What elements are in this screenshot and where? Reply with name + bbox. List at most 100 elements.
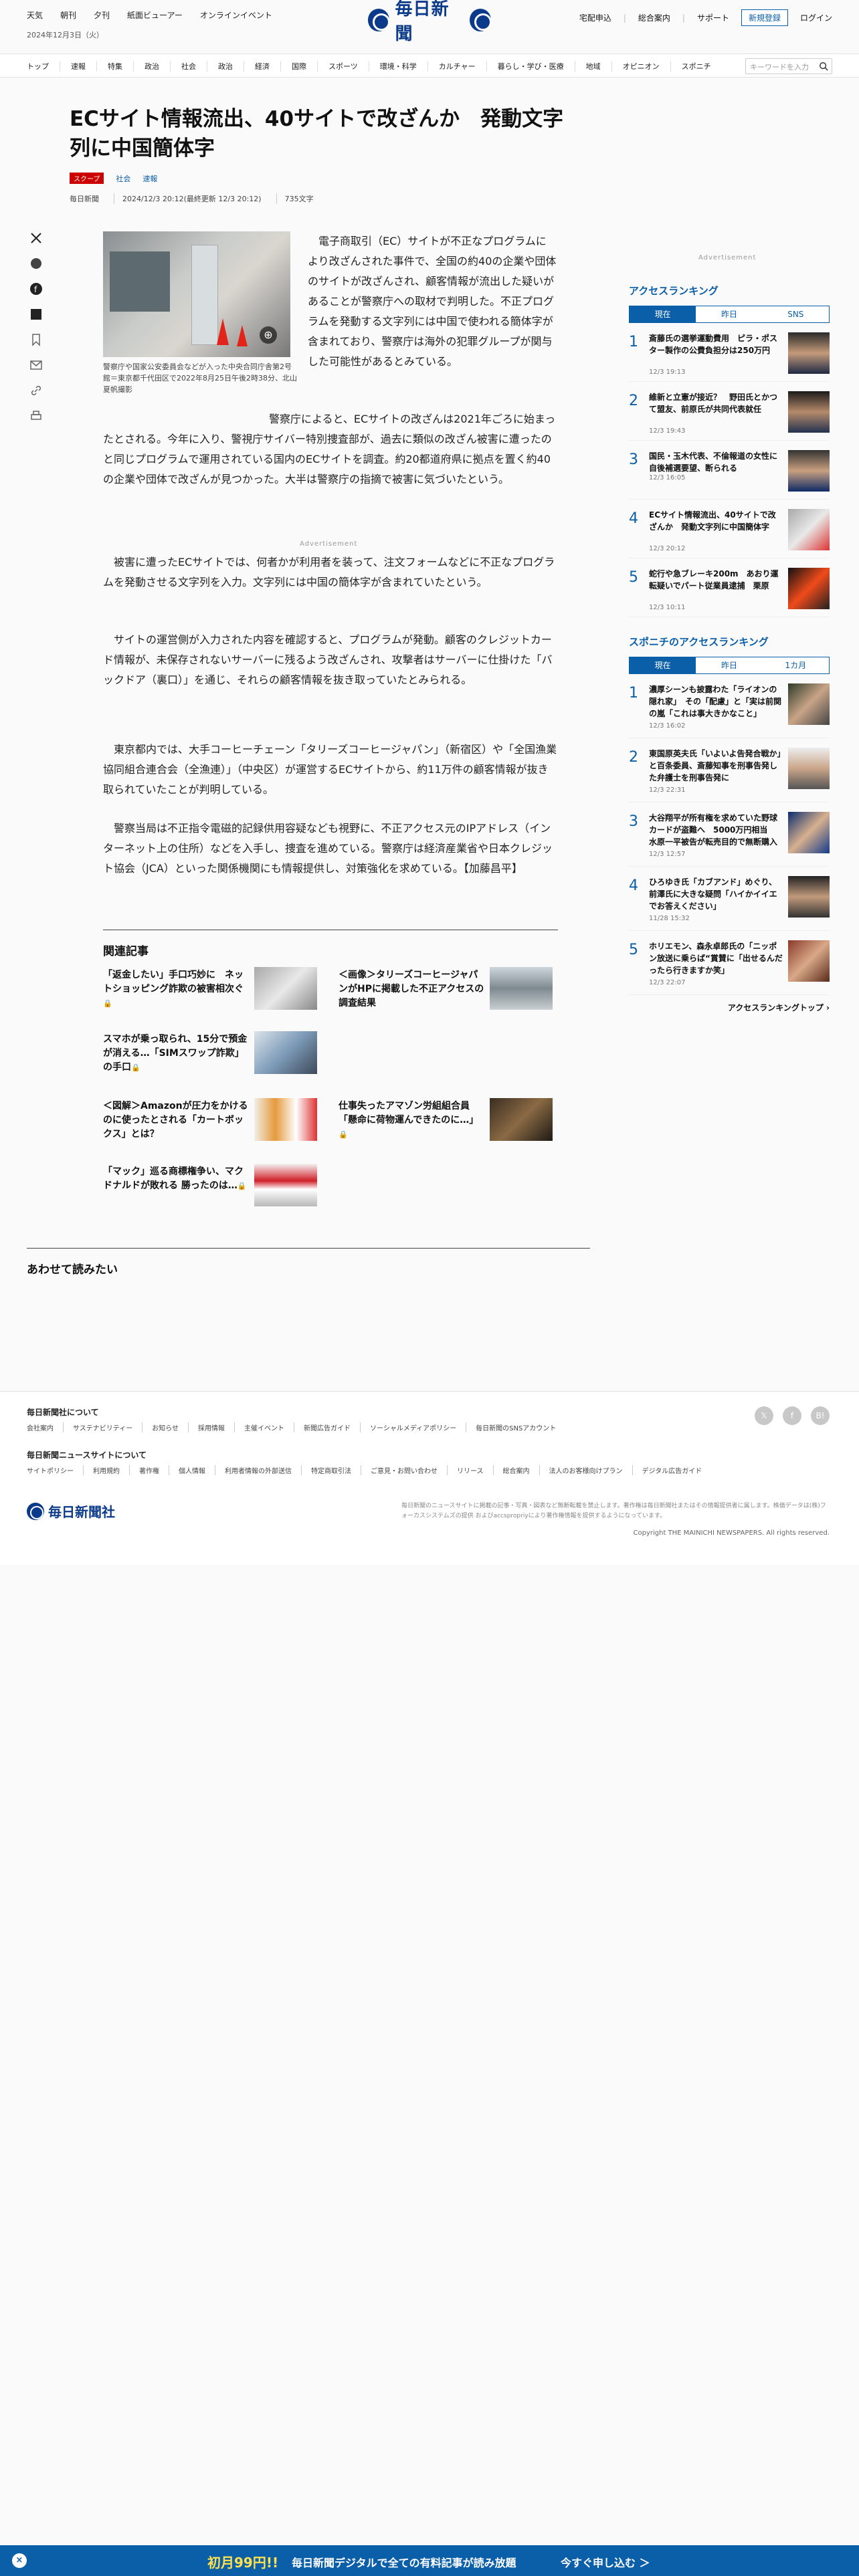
nav-item-politics2[interactable]: 政治 xyxy=(207,61,244,72)
top-link-morning[interactable]: 朝刊 xyxy=(60,9,76,21)
footer-logo[interactable]: 毎日新聞社 xyxy=(27,1501,115,1521)
tab-sns[interactable]: SNS xyxy=(762,306,829,322)
register-button[interactable]: 新規登録 xyxy=(741,9,788,26)
footer-link[interactable]: 主催イベント xyxy=(235,1422,295,1432)
footer-link[interactable]: ソーシャルメディアポリシー xyxy=(361,1422,467,1432)
save-icon[interactable] xyxy=(29,333,43,346)
rank-number: 4 xyxy=(629,510,638,527)
search-input[interactable]: キーワードを入力 xyxy=(745,58,832,74)
ranking-title: アクセスランキング xyxy=(629,285,719,297)
ranking-item[interactable]: 4 ひろゆき氏「カブアンド」めぐり、前澤氏に大きな疑問「ハイかイイエでお答えくだ… xyxy=(629,867,830,931)
ranking-item[interactable]: 1 斎藤氏の選挙運動費用 ピラ・ポスター製作の公費負担分は250万円 12/3 … xyxy=(629,323,830,382)
ranking-item[interactable]: 5 ホリエモン、森永卓郎氏の「ニッポン放送に乗らば“賞賛に「出せるんだったら行き… xyxy=(629,931,830,995)
nav-item-economy[interactable]: 経済 xyxy=(244,61,281,72)
ranking-item[interactable]: 5 蛇行や急ブレーキ200m あおり運転疑いでパート従業員逮捕 栗原 12/3 … xyxy=(629,558,830,617)
facebook-share-icon[interactable]: f xyxy=(29,282,43,296)
nav-item-top[interactable]: トップ xyxy=(27,61,60,72)
article-photo[interactable]: ⊕ xyxy=(103,231,290,357)
footer-link[interactable]: 著作権 xyxy=(130,1465,169,1475)
related-item[interactable]: 「マック」巡る商標権争い、マクドナルドが敗れる 勝ったのは…🔒 xyxy=(103,1164,317,1210)
nav-item-life[interactable]: 暮らし・学び・医療 xyxy=(487,61,575,72)
close-icon[interactable]: × xyxy=(12,2553,27,2568)
footer-link[interactable]: リリース xyxy=(448,1465,494,1475)
nav-item-sponichi[interactable]: スポニチ xyxy=(671,61,722,72)
footer-link[interactable]: 新聞広告ガイド xyxy=(294,1422,361,1432)
top-link-evening[interactable]: 夕刊 xyxy=(94,9,110,21)
top-link-events[interactable]: オンラインイベント xyxy=(200,9,272,21)
ranking-item[interactable]: 2 東国原英夫氏「いよいよ告発合戦か」と百条委員、斎藤知事を刑事告発した弁護士を… xyxy=(629,738,830,802)
x-share-icon[interactable] xyxy=(29,231,43,245)
nav-item-sports[interactable]: スポーツ xyxy=(318,61,369,72)
top-link-viewer[interactable]: 紙面ビューアー xyxy=(127,9,183,21)
login-button[interactable]: ログイン xyxy=(800,12,832,23)
footer-link[interactable]: 特定商取引法 xyxy=(302,1465,361,1475)
facebook-icon[interactable]: f xyxy=(783,1406,801,1425)
footer-link[interactable]: 毎日新聞のSNSアカウント xyxy=(466,1422,565,1432)
related-item[interactable]: 仕事失ったアマゾン労組組合員「懸命に荷物運んできたのに…」 🔒 xyxy=(339,1098,553,1145)
category-link[interactable]: 速報 xyxy=(142,173,157,184)
top-link-weather[interactable]: 天気 xyxy=(27,9,43,21)
rank-title: 大谷翔平が所有権を求めていた野球カードが盗難へ 5000万円相当 水原一平被告が… xyxy=(649,813,778,847)
rank-title: ひろゆき氏「カブアンド」めぐり、前澤氏に大きな疑問「ハイかイイエでお答えください… xyxy=(649,877,777,911)
page: 天気 朝刊 夕刊 紙面ビューアー オンラインイベント 2024年12月3日（火）… xyxy=(0,0,859,2576)
nav-item-region[interactable]: 地域 xyxy=(575,61,612,72)
nav-item-politics[interactable]: 政治 xyxy=(134,61,171,72)
related-item[interactable]: ＜画像＞タリーズコーヒージャパンがHPに掲載した不正アクセスの調査結果 xyxy=(339,967,553,1014)
footer-link[interactable]: 利用者情報の外部送信 xyxy=(215,1465,302,1475)
footer-link[interactable]: 総合案内 xyxy=(494,1465,540,1475)
support-link[interactable]: サポート xyxy=(697,12,729,23)
info-link[interactable]: 総合案内 xyxy=(638,12,670,23)
site-logo[interactable]: 毎日新聞 xyxy=(368,0,492,44)
footer-link[interactable]: お知らせ xyxy=(142,1422,189,1432)
article-paragraph: 警察当局は不正指令電磁的記録供用容疑なども視野に、不正アクセス元のIPアドレス（… xyxy=(103,822,553,875)
nav-item-international[interactable]: 国際 xyxy=(281,61,318,72)
ranking-item[interactable]: 3 国民・玉木代表、不倫報道の女性に自後補選要望、断られる 12/3 16:05 xyxy=(629,441,830,500)
ranking-top-link[interactable]: アクセスランキングトップ › xyxy=(629,1002,830,1013)
footer-link[interactable]: デジタル広告ガイド xyxy=(633,1465,712,1475)
banner-cta[interactable]: 今すぐ申し込む ＞ xyxy=(561,2554,650,2570)
nav-item-science[interactable]: 環境・科学 xyxy=(369,61,428,72)
bookmark-share-icon[interactable] xyxy=(29,308,43,321)
footer-link[interactable]: 会社案内 xyxy=(27,1422,64,1432)
related-item[interactable]: ＜図解＞Amazonが圧力をかけるのに使ったとされる「カートボックス」とは？ xyxy=(103,1098,317,1145)
ranking-item[interactable]: 1 濃厚シーンも披露わた「ライオンの隠れ家」 その「配慮」と「実は前関の嵐「これ… xyxy=(629,674,830,738)
related-item[interactable]: 「返金したい」手口巧妙に ネットショッピング詐欺の被害相次ぐ 🔒 xyxy=(103,967,317,1014)
footer: 毎日新聞社について 会社案内 サステナビリティー お知らせ 採用情報 主催イベン… xyxy=(0,1391,859,1565)
x-icon[interactable]: 𝕏 xyxy=(755,1406,773,1425)
ranking-item[interactable]: 4 ECサイト情報流出、40サイトで改ざんか 発動文字列に中国簡体字 12/3 … xyxy=(629,500,830,558)
footer-link[interactable]: ご意見・お問い合わせ xyxy=(361,1465,448,1475)
subscribe-banner[interactable]: × 初月99円!! 毎日新聞デジタルで全ての有料記事が読み放題 今すぐ申し込む … xyxy=(0,2545,859,2576)
main-nav: トップ 速報 特集 政治 社会 政治 経済 国際 スポーツ 環境・科学 カルチャ… xyxy=(0,53,859,78)
tab-yesterday[interactable]: 昨日 xyxy=(696,657,763,673)
footer-link[interactable]: サステナビリティー xyxy=(64,1422,143,1432)
ranking-item[interactable]: 3 大谷翔平が所有権を求めていた野球カードが盗難へ 5000万円相当 水原一平被… xyxy=(629,802,830,867)
nav-item-opinion[interactable]: オピニオン xyxy=(612,61,671,72)
subscribe-link[interactable]: 宅配申込 xyxy=(579,12,611,23)
footer-link[interactable]: 個人情報 xyxy=(169,1465,215,1475)
footer-link[interactable]: 法人のお客様向けプラン xyxy=(540,1465,633,1475)
logo-mark-icon xyxy=(27,1502,44,1520)
tab-now[interactable]: 現在 xyxy=(630,657,696,673)
nav-item-society[interactable]: 社会 xyxy=(171,61,207,72)
rank-number: 3 xyxy=(629,451,638,468)
print-icon[interactable] xyxy=(29,409,43,423)
tab-now[interactable]: 現在 xyxy=(630,306,696,322)
search-icon[interactable] xyxy=(819,62,828,71)
hatena-icon[interactable]: B! xyxy=(811,1406,830,1425)
nav-item-culture[interactable]: カルチャー xyxy=(428,61,487,72)
related-item[interactable]: スマホが乗っ取られ、15分で預金が消える…「SIMスワップ詐欺」の手口🔒 xyxy=(103,1031,317,1078)
footer-link[interactable]: 利用規約 xyxy=(84,1465,130,1475)
nav-item-features[interactable]: 特集 xyxy=(97,61,134,72)
hatena-share-icon[interactable] xyxy=(29,257,43,270)
link-icon[interactable] xyxy=(29,384,43,397)
footer-link[interactable]: 採用情報 xyxy=(189,1422,235,1432)
mail-icon[interactable] xyxy=(29,358,43,372)
top-links: 天気 朝刊 夕刊 紙面ビューアー オンラインイベント xyxy=(27,9,272,21)
tab-yesterday[interactable]: 昨日 xyxy=(696,306,763,322)
footer-link[interactable]: サイトポリシー xyxy=(27,1465,84,1475)
ranking-item[interactable]: 2 維新と立憲が接近？ 野田氏とかつて盟友、前原氏が共同代表就任 12/3 19… xyxy=(629,382,830,441)
nav-item-breaking[interactable]: 速報 xyxy=(60,61,97,72)
zoom-icon[interactable]: ⊕ xyxy=(260,326,277,344)
tab-month[interactable]: 1カ月 xyxy=(762,657,829,673)
category-link[interactable]: 社会 xyxy=(116,173,130,184)
